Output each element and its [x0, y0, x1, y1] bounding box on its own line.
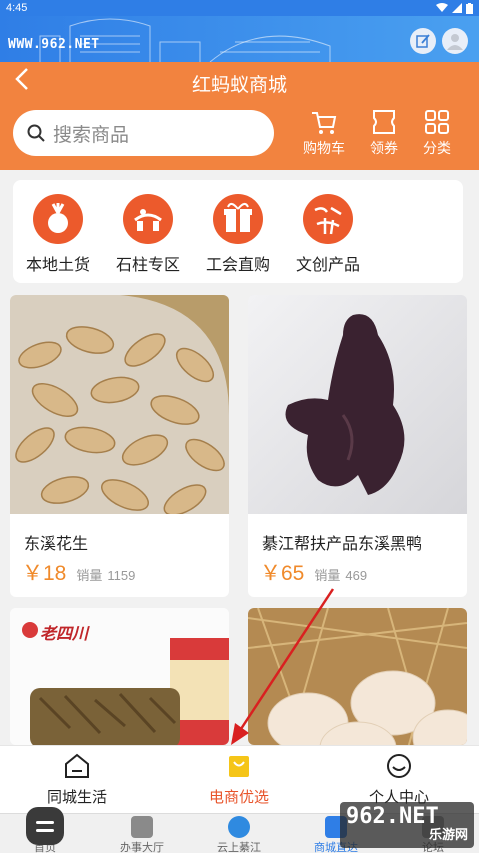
- cart-icon: [312, 112, 337, 134]
- category-label: 工会直购: [205, 257, 270, 274]
- coupon-button[interactable]: 领券: [358, 108, 410, 158]
- edit-button[interactable]: [410, 28, 436, 54]
- bottom-nav-service-hall[interactable]: 办事大厅: [97, 816, 187, 853]
- category-label: 文创产品: [295, 257, 360, 274]
- nav-personal-center[interactable]: 个人中心: [344, 752, 454, 807]
- menu-line: [36, 820, 54, 824]
- coupon-icon: [373, 110, 395, 134]
- category-local-goods[interactable]: 本地土货: [18, 194, 98, 275]
- sales-count: 469: [345, 568, 368, 583]
- category-culture[interactable]: 文创产品: [288, 194, 368, 275]
- watermark-sub: 乐游网: [428, 828, 468, 843]
- product-image-snack: 老四川: [10, 608, 229, 745]
- bottom-nav-label: 云上綦江: [217, 842, 261, 853]
- vegetable-icon: [33, 194, 83, 244]
- signal-icon: [452, 3, 462, 13]
- avatar[interactable]: [442, 28, 468, 54]
- sales-label: 销量: [76, 568, 103, 583]
- wifi-icon: [436, 3, 448, 12]
- watermark: 962.NET 乐游网: [340, 802, 474, 848]
- battery-icon: [466, 2, 473, 14]
- product-card[interactable]: 东溪花生 ￥18 销量 1159: [10, 295, 229, 597]
- category-label: 分类: [423, 140, 451, 156]
- category-button[interactable]: 分类: [411, 108, 463, 158]
- product-card[interactable]: 老四川: [10, 608, 229, 745]
- search-placeholder: 搜索商品: [53, 124, 130, 146]
- nav-city-life[interactable]: 同城生活: [22, 752, 132, 807]
- cart-label: 购物车: [303, 140, 345, 156]
- category-label: 石柱专区: [115, 257, 180, 274]
- status-bar: 4:45: [0, 0, 479, 16]
- coupon-label: 领券: [370, 140, 398, 156]
- product-image-black-duck: [248, 295, 467, 514]
- site-brand: WWW.962.NET: [8, 37, 100, 52]
- sales-count: 1159: [107, 568, 136, 583]
- category-label: 本地土货: [25, 257, 90, 274]
- nav-label: 电商优选: [208, 789, 269, 806]
- sales-label: 销量: [314, 568, 341, 583]
- product-price: ￥18: [22, 562, 67, 585]
- product-card[interactable]: 綦江帮扶产品东溪黑鸭 ￥65 销量 469: [248, 295, 467, 597]
- cart-button[interactable]: 购物车: [298, 108, 350, 158]
- shizhu-icon: [123, 194, 173, 244]
- menu-line: [36, 828, 54, 832]
- status-time: 4:45: [6, 2, 28, 14]
- page-title: 红蚂蚁商城: [191, 75, 287, 96]
- shop-header: 红蚂蚁商城 搜索商品 购物车 领券 分类: [0, 62, 479, 170]
- product-name: 东溪花生: [24, 536, 89, 553]
- product-price-row: ￥18 销量 1159: [22, 557, 135, 587]
- product-image-peanuts: [10, 295, 229, 514]
- shopping-bag-icon: [229, 756, 249, 777]
- search-icon: [27, 124, 45, 142]
- nav-ecommerce[interactable]: 电商优选: [184, 752, 294, 807]
- product-price: ￥65: [260, 562, 305, 585]
- category-card: 本地土货 石柱专区 工会直购 文创产品: [13, 180, 463, 283]
- annotation-arrow-icon: [231, 588, 335, 745]
- search-input[interactable]: 搜索商品: [13, 110, 274, 156]
- brand-text: 老四川: [40, 626, 89, 643]
- nav-label: 同城生活: [46, 789, 107, 806]
- culture-icon: [303, 194, 353, 244]
- category-shizhu[interactable]: 石柱专区: [108, 194, 188, 275]
- service-icon: [131, 816, 153, 838]
- banner: WWW.962.NET: [0, 16, 479, 62]
- floating-menu-button[interactable]: [26, 807, 64, 845]
- bottom-nav-cloud-qijiang[interactable]: 云上綦江: [194, 816, 284, 853]
- product-name: 綦江帮扶产品东溪黑鸭: [262, 536, 423, 553]
- category-union[interactable]: 工会直购: [198, 194, 278, 275]
- home-icon: [65, 753, 89, 778]
- edit-icon: [416, 34, 430, 48]
- bottom-nav-label: 办事大厅: [120, 842, 164, 853]
- gift-icon: [213, 194, 263, 244]
- cloud-icon: [228, 816, 250, 838]
- watermark-main: 962.NET: [346, 804, 439, 829]
- smile-icon: [387, 754, 411, 778]
- product-price-row: ￥65 销量 469: [260, 557, 367, 587]
- user-icon: [447, 34, 463, 50]
- grid-icon: [425, 110, 449, 134]
